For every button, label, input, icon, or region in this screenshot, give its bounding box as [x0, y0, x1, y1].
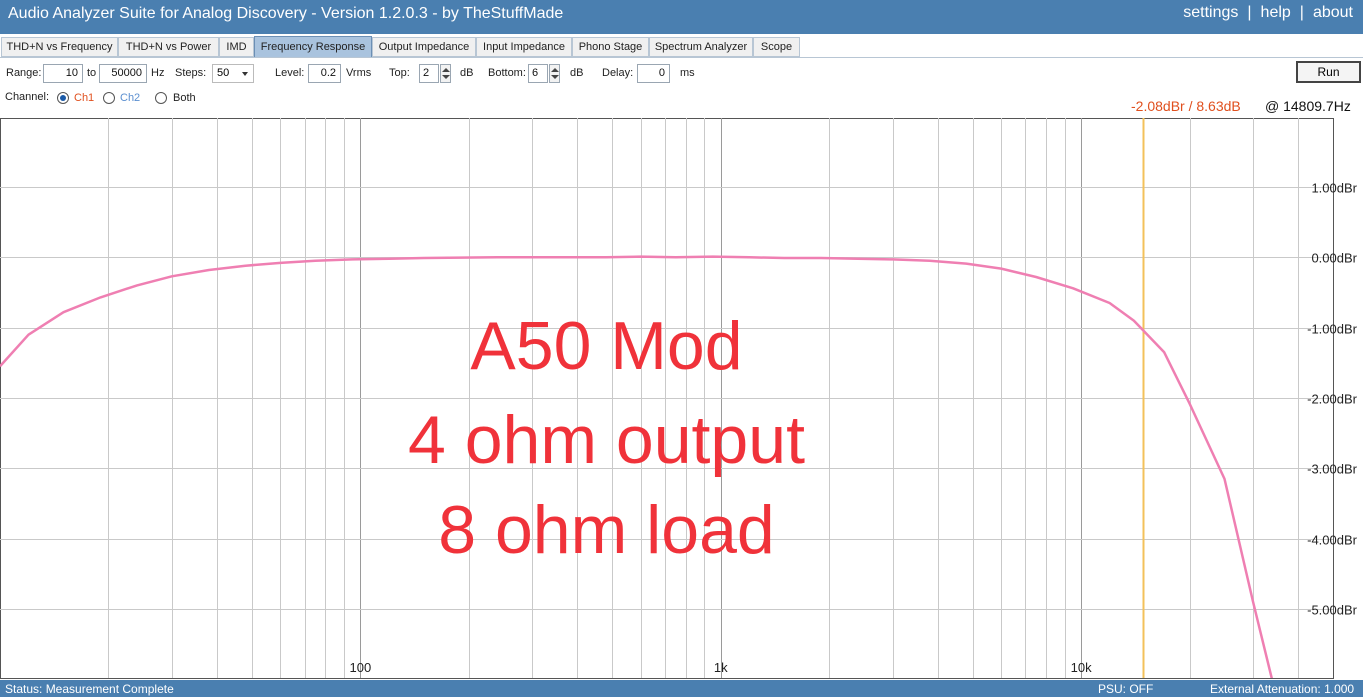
psu-status: PSU: OFF — [1098, 682, 1154, 696]
y-tick-label: -5.00dBr — [1307, 603, 1358, 618]
status-bar: Status: Measurement Complete PSU: OFF Ex… — [0, 680, 1363, 697]
attenuation-status: External Attenuation: 1.000 — [1210, 682, 1355, 696]
y-tick-label: 0.00dBr — [1311, 251, 1357, 266]
x-tick-label: 100 — [350, 660, 372, 675]
y-tick-label: -1.00dBr — [1307, 322, 1358, 337]
y-tick-label: -2.00dBr — [1307, 392, 1358, 407]
y-tick-label: -4.00dBr — [1307, 533, 1358, 548]
overlay-line-3: 8 ohm load — [438, 492, 775, 568]
status-text: Status: Measurement Complete — [5, 682, 174, 696]
x-tick-label: 10k — [1071, 660, 1092, 675]
overlay-line-2: 4 ohm output — [408, 402, 805, 478]
y-tick-label: -3.00dBr — [1307, 462, 1358, 477]
overlay-line-1: A50 Mod — [470, 308, 743, 384]
y-tick-label: 1.00dBr — [1311, 181, 1357, 196]
x-tick-label: 1k — [714, 660, 728, 675]
